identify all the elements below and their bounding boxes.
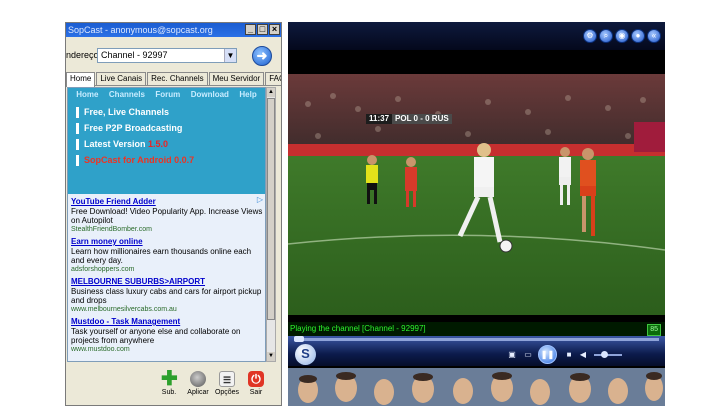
options-button[interactable]: ☰ Opções (212, 371, 242, 396)
plus-icon: ✚ (161, 368, 178, 390)
tab-rec-channels[interactable]: Rec. Channels (147, 72, 208, 85)
scroll-up-icon[interactable]: ▲ (267, 88, 275, 97)
apply-label: Aplicar (187, 389, 209, 396)
ad-title[interactable]: MELBOURNE SUBURBS>AIRPORT (71, 277, 263, 287)
exit-label: Sair (249, 389, 263, 396)
window-titlebar[interactable]: SopCast - anonymous@sopcast.org _ □ × (66, 23, 281, 37)
ad-body: Learn how millionaires earn thousands on… (71, 247, 252, 265)
ad-item: MELBOURNE SUBURBS>AIRPORT Business class… (71, 277, 263, 314)
tab-live-channels[interactable]: Live Canais (96, 72, 147, 85)
ad-body: Task yourself or anyone else and collabo… (71, 327, 241, 345)
tab-my-server[interactable]: Meu Servidor (208, 72, 265, 85)
promo-free-p2p[interactable]: Free P2P Broadcasting (76, 123, 265, 134)
promo-android[interactable]: SopCast for Android 0.0.7 (76, 155, 265, 166)
football-scene (288, 74, 665, 315)
latest-version-label: Latest Version (84, 139, 146, 149)
home-content-panel: Home Channels Forum Download Help Free, … (67, 87, 266, 362)
player-window: ⚙ ⌕ ◉ ● « 11:37 POL 0 - 0 RUS Playing th… (288, 22, 665, 406)
tab-bar: Home Live Canais Rec. Channels Meu Servi… (66, 72, 281, 87)
stop-icon[interactable]: ■ (564, 350, 574, 359)
search-icon[interactable]: ⌕ (599, 29, 613, 43)
close-button[interactable]: × (269, 24, 280, 35)
go-button[interactable]: ➜ (252, 46, 272, 66)
sopcast-window: SopCast - anonymous@sopcast.org _ □ × nd… (65, 22, 282, 406)
address-row: ndereço Channel - 92997 ▼ ➜ (66, 45, 281, 67)
pause-icon: ❚❚ (540, 350, 555, 359)
maximize-button[interactable]: □ (257, 24, 268, 35)
window-title: SopCast - anonymous@sopcast.org (68, 25, 213, 35)
promo-nav-home[interactable]: Home (76, 88, 98, 102)
video-frame[interactable]: 11:37 POL 0 - 0 RUS (288, 74, 665, 315)
ad-title[interactable]: YouTube Friend Adder (71, 197, 263, 207)
content-scrollbar[interactable]: ▲ ▼ (266, 87, 276, 362)
window-mode-icon[interactable]: ▭ (523, 350, 533, 359)
back-icon[interactable]: « (647, 29, 661, 43)
minimize-button[interactable]: _ (245, 24, 256, 35)
thumbnail-faces (288, 368, 665, 406)
options-icon: ☰ (219, 371, 235, 387)
tab-faq[interactable]: FAQ (265, 72, 281, 85)
player-control-bar: S ▣ ▭ ❚❚ ■ ◀ (288, 336, 665, 366)
record-icon[interactable]: ◉ (615, 29, 629, 43)
options-label: Opções (214, 389, 240, 396)
ad-url[interactable]: www.melbournesilvercabs.com.au (71, 305, 263, 314)
apply-button[interactable]: Aplicar (183, 371, 213, 396)
scroll-down-icon[interactable]: ▼ (267, 352, 275, 361)
promo-nav-help[interactable]: Help (239, 88, 256, 102)
match-score: POL 0 - 0 RUS (392, 114, 452, 124)
scroll-thumb[interactable] (267, 98, 275, 320)
promo-nav-channels[interactable]: Channels (109, 88, 145, 102)
fullscreen-icon[interactable]: ● (631, 29, 645, 43)
ad-item: YouTube Friend Adder Free Download! Vide… (71, 197, 263, 234)
promo-nav-download[interactable]: Download (191, 88, 229, 102)
apply-icon (190, 371, 206, 387)
promo-nav: Home Channels Forum Download Help (68, 88, 265, 102)
status-text: Playing the channel [Channel - 92997] (290, 324, 426, 333)
promo-nav-forum[interactable]: Forum (155, 88, 180, 102)
volume-icon[interactable]: ◀ (578, 350, 588, 359)
channel-address-input[interactable]: Channel - 92997 ▼ (97, 48, 237, 63)
ad-body: Free Download! Video Popularity App. Inc… (71, 207, 263, 225)
pause-button[interactable]: ❚❚ (538, 345, 557, 364)
match-clock: 11:37 (366, 114, 393, 124)
promo-free-live[interactable]: Free, Live Channels (76, 107, 265, 118)
promo-banner: Home Channels Forum Download Help Free, … (68, 88, 265, 194)
tab-home[interactable]: Home (66, 72, 96, 87)
ad-title[interactable]: Earn money online (71, 237, 263, 247)
channel-thumbnail-strip[interactable] (288, 368, 665, 406)
ad-url[interactable]: StealthFriendBomber.com (71, 225, 263, 234)
seek-knob[interactable] (294, 336, 304, 342)
address-label: ndereço (66, 50, 99, 60)
subscribe-button[interactable]: ✚ Sub. (154, 368, 184, 396)
seek-track[interactable] (294, 338, 659, 341)
power-icon: ⏻ (248, 371, 264, 387)
sopcast-logo-icon: S (295, 344, 316, 365)
promo-latest-version[interactable]: Latest Version 1.5.0 (76, 139, 265, 150)
footer-toolbar: ✚ Sub. Aplicar ☰ Opções ⏻ Sair (66, 363, 281, 405)
ad-item: Earn money online Learn how millionaires… (71, 237, 263, 274)
snapshot-icon[interactable]: ▣ (507, 350, 517, 359)
adchoices-icon[interactable]: ▷ (257, 195, 263, 204)
chevron-down-icon[interactable]: ▼ (224, 49, 236, 62)
channel-address-value: Channel - 92997 (101, 50, 168, 60)
ad-body: Business class luxury cabs and cars for … (71, 287, 262, 305)
ad-url[interactable]: adsforshoppers.com (71, 265, 263, 274)
latest-version-number: 1.5.0 (148, 139, 169, 149)
ad-title[interactable]: Mustdoo - Task Management (71, 317, 263, 327)
volume-knob[interactable] (601, 351, 608, 358)
arrow-right-icon: ➜ (256, 48, 268, 63)
buffer-indicator: 85 (647, 324, 661, 336)
player-topbar: ⚙ ⌕ ◉ ● « (288, 22, 665, 50)
volume-slider[interactable] (594, 354, 622, 356)
exit-button[interactable]: ⏻ Sair (241, 371, 271, 396)
score-bug: 11:37 POL 0 - 0 RUS (366, 114, 452, 124)
ad-url[interactable]: www.mustdoo.com (71, 345, 263, 354)
status-line: Playing the channel [Channel - 92997] 85 (288, 322, 665, 336)
subscribe-label: Sub. (161, 389, 177, 396)
ads-section: ▷ YouTube Friend Adder Free Download! Vi… (68, 194, 265, 361)
ad-item: Mustdoo - Task Management Task yourself … (71, 317, 263, 354)
settings-icon[interactable]: ⚙ (583, 29, 597, 43)
